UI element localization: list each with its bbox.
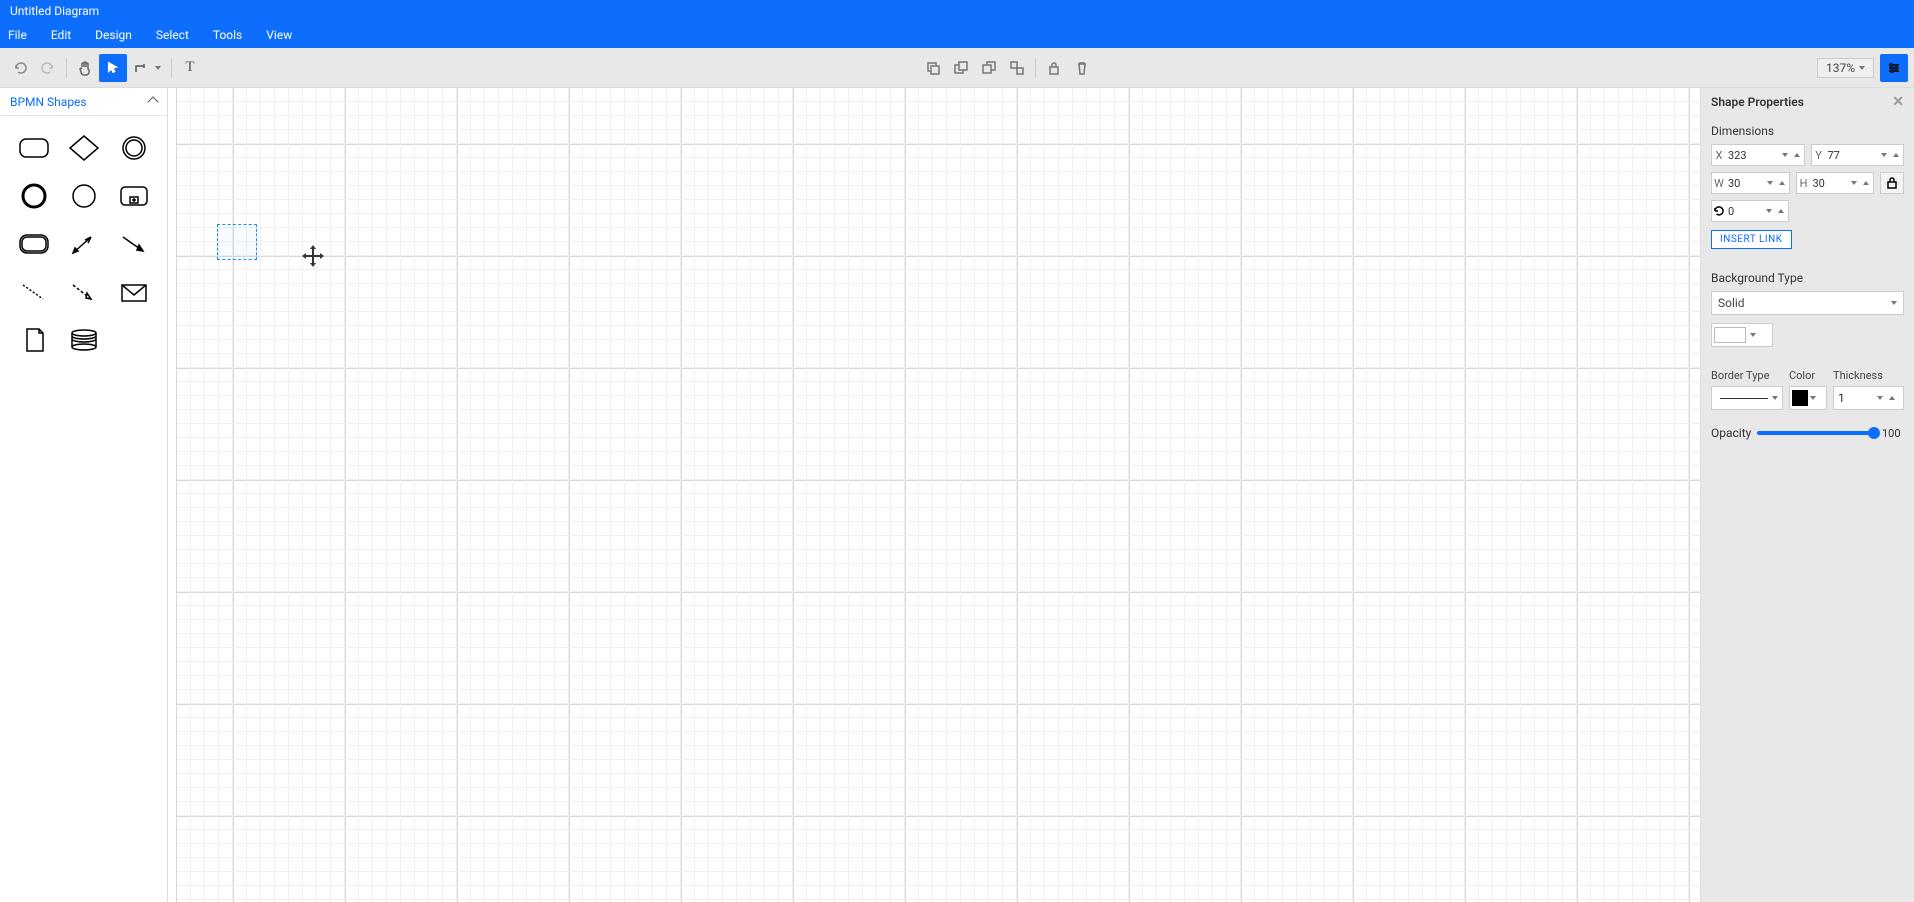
chevron-down-icon [1891,301,1897,305]
chevron-down-icon [1810,396,1816,400]
rotate-icon [1712,205,1726,217]
move-cursor-icon [307,250,319,262]
rotation-input[interactable]: 0 [1711,200,1789,222]
zoom-value: 137% [1826,61,1855,75]
toolbar: T 137% [0,48,1914,88]
chevron-up-icon[interactable] [1776,207,1786,215]
shape-transaction[interactable] [10,224,58,264]
group-button[interactable] [1003,54,1031,82]
chevron-up-icon[interactable] [1777,179,1787,187]
delete-button[interactable] [1068,54,1096,82]
color-swatch [1714,327,1746,343]
chevron-down-icon [1750,333,1756,337]
properties-panel: Shape Properties ✕ Dimensions X 323 Y 77 [1700,88,1914,902]
palette-header[interactable]: BPMN Shapes [0,88,167,116]
redo-button[interactable] [34,54,62,82]
document-title: Untitled Diagram [10,4,99,18]
shape-data-object[interactable] [10,320,58,360]
chevron-down-icon [1859,66,1865,70]
text-tool-button[interactable]: T [176,54,204,82]
menu-design[interactable]: Design [95,28,132,42]
menu-bar: File Edit Design Select Tools View [0,22,1914,48]
background-color-picker[interactable] [1711,323,1773,347]
chevron-down-icon[interactable] [1780,151,1790,159]
lock-button[interactable] [1040,54,1068,82]
chevron-up-icon[interactable] [1792,151,1802,159]
title-bar: Untitled Diagram [0,0,1914,22]
height-input[interactable]: H 30 [1796,172,1875,194]
shape-message-flow[interactable] [60,272,108,312]
shape-end-event[interactable] [10,176,58,216]
copy-button[interactable] [919,54,947,82]
shape-association[interactable] [10,272,58,312]
shape-sequence-flow-open[interactable] [60,224,108,264]
menu-view[interactable]: View [266,28,292,42]
background-type-select[interactable]: Solid [1711,291,1904,315]
chevron-down-icon [155,66,161,70]
chevron-down-icon[interactable] [1875,394,1885,402]
separator [1035,58,1036,78]
undo-button[interactable] [6,54,34,82]
separator [171,58,172,78]
opacity-slider[interactable] [1757,431,1876,435]
chevron-down-icon[interactable] [1765,179,1775,187]
dimensions-label: Dimensions [1711,124,1904,138]
separator [66,58,67,78]
palette-title: BPMN Shapes [10,95,87,109]
connector-tool-button[interactable] [127,54,167,82]
bring-front-button[interactable] [947,54,975,82]
shape-intermediate-event[interactable] [110,128,158,168]
shape-message[interactable] [110,272,158,312]
send-back-button[interactable] [975,54,1003,82]
menu-file[interactable]: File [8,28,27,42]
shape-start-event[interactable] [60,176,108,216]
pan-tool-button[interactable] [71,54,99,82]
border-type-select[interactable] [1711,386,1783,410]
shape-rounded-rect[interactable] [10,128,58,168]
line-style-icon [1720,398,1768,399]
chevron-down-icon[interactable] [1764,207,1774,215]
canvas-grid [176,88,1700,902]
thickness-input[interactable]: 1 [1833,386,1904,410]
shape-subprocess[interactable] [110,176,158,216]
menu-select[interactable]: Select [156,28,189,42]
shape-gateway[interactable] [60,128,108,168]
color-swatch [1792,390,1808,406]
slider-thumb[interactable] [1868,427,1880,439]
chevron-up-icon [147,96,158,107]
aspect-lock-button[interactable] [1880,172,1904,194]
opacity-value: 100 [1882,427,1904,440]
properties-title: Shape Properties [1711,95,1804,109]
chevron-down-icon [1772,396,1778,400]
chevron-up-icon[interactable] [1891,151,1901,159]
shape-data-store[interactable] [60,320,108,360]
color-label: Color [1789,369,1833,382]
insert-link-button[interactable]: INSERT LINK [1711,230,1792,249]
close-icon[interactable]: ✕ [1892,94,1904,110]
width-input[interactable]: W 30 [1711,172,1790,194]
shape-sequence-flow[interactable] [110,224,158,264]
chevron-down-icon[interactable] [1879,151,1889,159]
background-type-label: Background Type [1711,271,1904,285]
chevron-up-icon[interactable] [1887,394,1897,402]
shape-palette: BPMN Shapes [0,88,168,902]
x-input[interactable]: X 323 [1711,144,1805,166]
canvas[interactable] [168,88,1700,902]
selection-marquee [217,224,257,260]
pointer-tool-button[interactable] [99,54,127,82]
properties-toggle-button[interactable] [1880,54,1908,82]
border-color-picker[interactable] [1789,386,1827,410]
chevron-up-icon[interactable] [1861,179,1871,187]
y-input[interactable]: Y 77 [1811,144,1905,166]
opacity-label: Opacity [1711,426,1751,440]
thickness-label: Thickness [1833,369,1883,382]
border-type-label: Border Type [1711,369,1789,382]
menu-tools[interactable]: Tools [213,28,242,42]
menu-edit[interactable]: Edit [51,28,71,42]
chevron-down-icon[interactable] [1849,179,1859,187]
zoom-level[interactable]: 137% [1817,58,1874,78]
